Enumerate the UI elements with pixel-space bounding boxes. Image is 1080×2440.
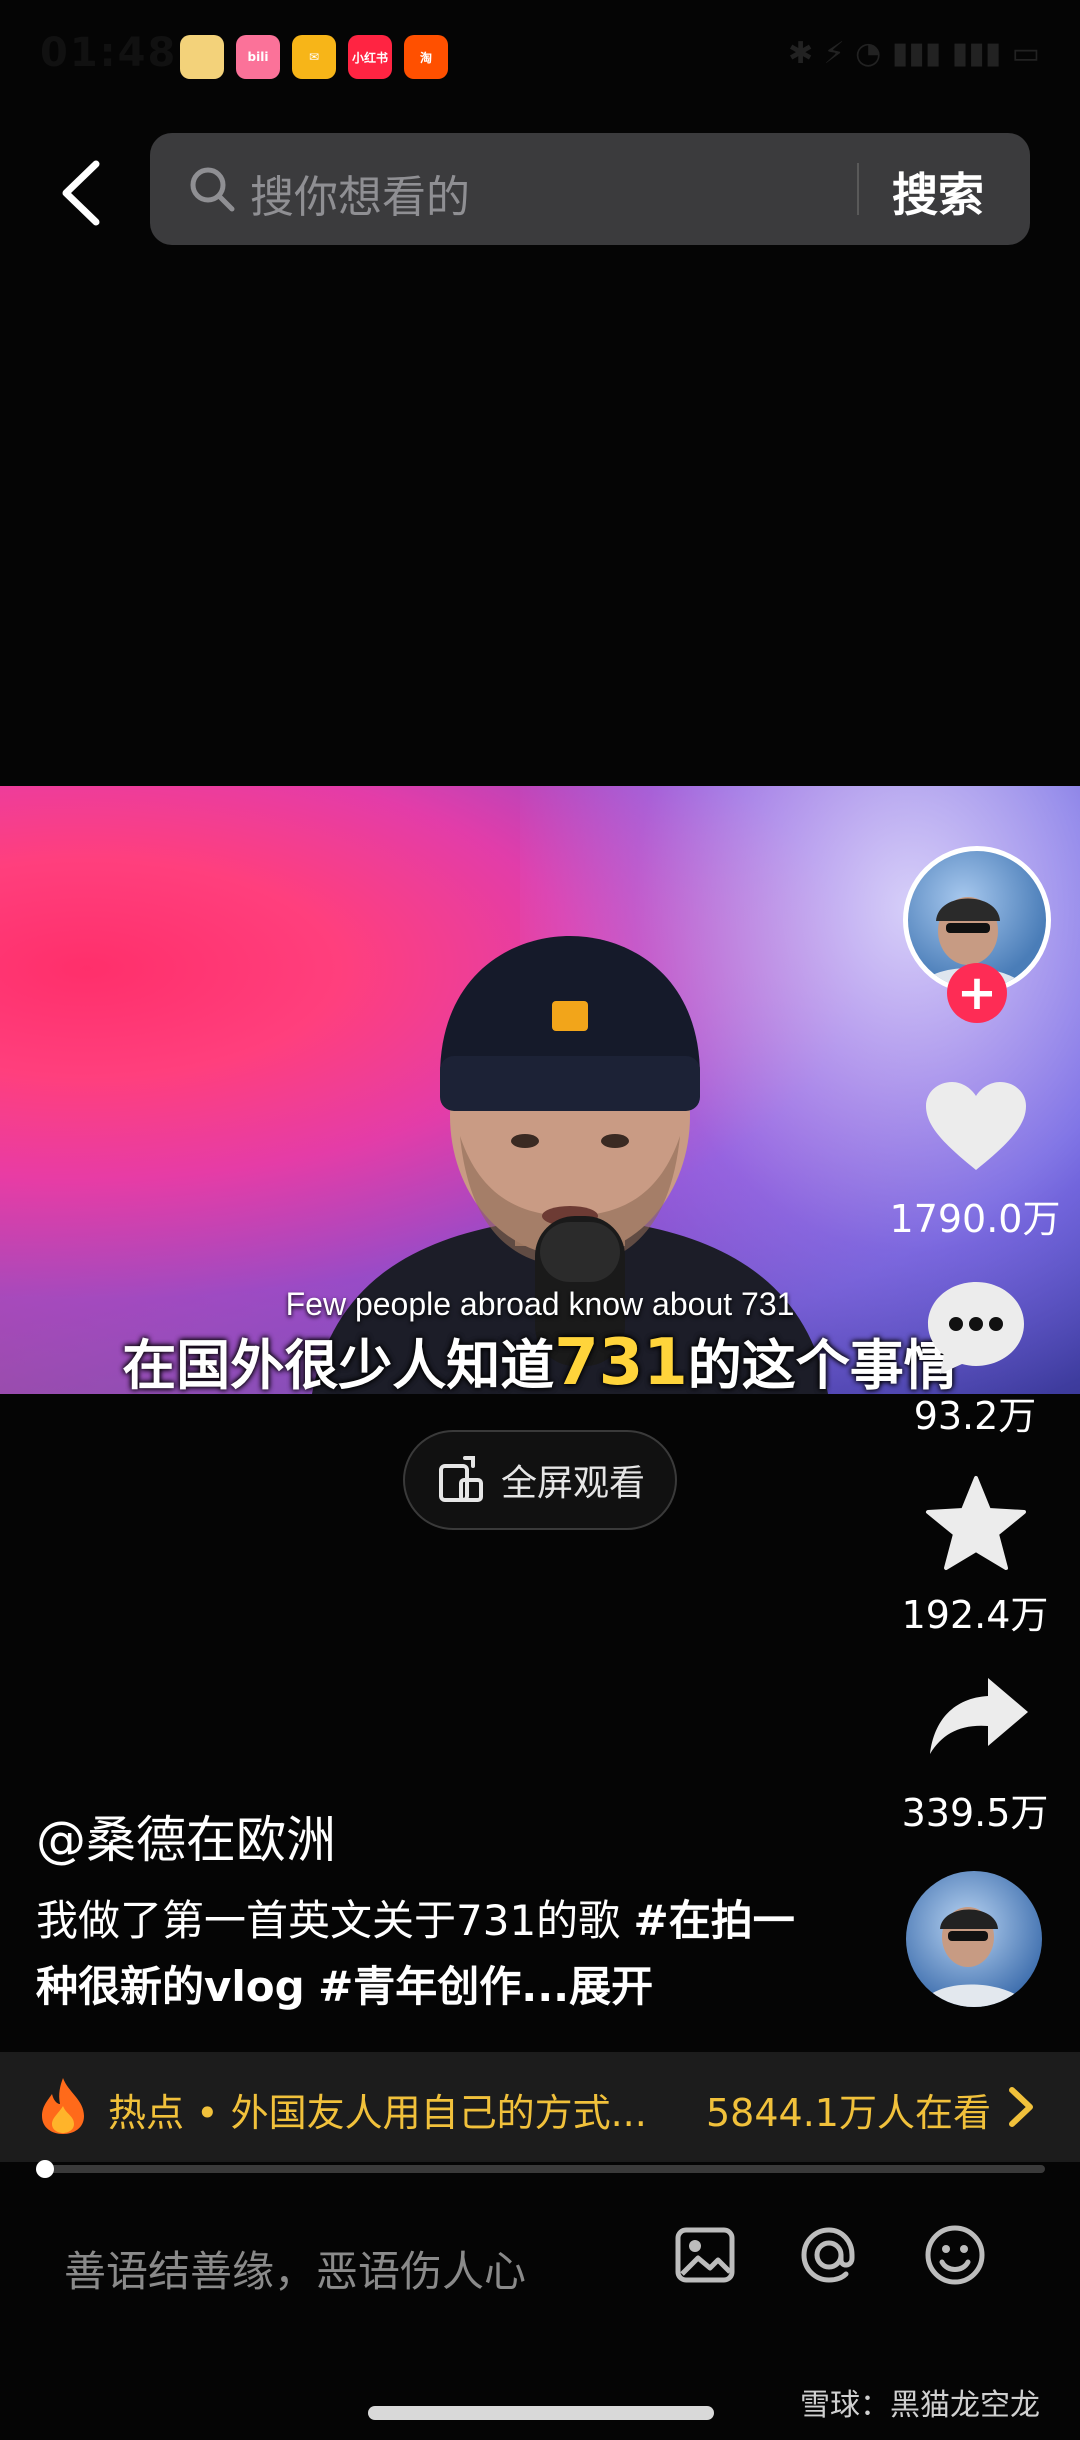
subtitle-english: Few people abroad know about 731 [285, 1286, 795, 1322]
mention-at-icon[interactable] [794, 2220, 864, 2290]
favorite-count: 192.4万 [901, 1593, 1049, 1637]
music-disc[interactable] [906, 1871, 1042, 2007]
search-icon [190, 167, 235, 212]
video-progress-bar[interactable] [36, 2160, 1045, 2178]
author-name[interactable]: @桑德在欧洲 [36, 1800, 336, 1872]
favorite-star-icon[interactable] [924, 1474, 1028, 1572]
image-icon[interactable] [670, 2220, 740, 2290]
share-count: 339.5万 [901, 1791, 1049, 1835]
chevron-right-icon [1009, 2087, 1033, 2127]
progress-knob[interactable] [36, 2160, 55, 2178]
watermark: 雪球：黑猫龙空龙 [800, 2388, 1040, 2423]
status-bar: 01:48 bili ✉ 小红书淘 ✱ ⚡ ◔ ▮▮▮ ▮▮▮ ▭ [0, 0, 1080, 110]
video-caption[interactable]: 我做了第一首英文关于731的歌 #在拍一种很新的vlog #青年创作...展开 [36, 1888, 826, 2020]
chevron-left-icon [62, 160, 100, 226]
like-heart-icon[interactable] [924, 1080, 1028, 1172]
comment-bubble-icon[interactable] [924, 1278, 1028, 1376]
fullscreen-label: 全屏观看 [500, 1463, 645, 1504]
fullscreen-button[interactable]: 全屏观看 [403, 1430, 677, 1530]
like-count: 1790.0万 [889, 1197, 1061, 1241]
rotate-fullscreen-icon [438, 1456, 483, 1502]
back-button[interactable] [56, 158, 106, 228]
search-bar[interactable]: 搜你想看的 搜索 [150, 133, 1030, 245]
follow-button[interactable]: + [947, 963, 1007, 1023]
comment-input[interactable]: 善语结善缘，恶语伤人心 [64, 2238, 526, 2299]
share-arrow-icon[interactable] [926, 1674, 1030, 1758]
status-indicators: ✱ ⚡ ◔ ▮▮▮ ▮▮▮ ▭ [788, 36, 1040, 71]
caption-text: 我做了第一首英文关于731的歌 [36, 1896, 621, 1945]
subtitle-chinese: 在国外很少人知道731的这个事情 [0, 1321, 1080, 1394]
mail-app-icon: ✉ [292, 35, 336, 79]
comment-count: 93.2万 [913, 1394, 1037, 1438]
flame-icon [42, 2078, 84, 2134]
taobao-app-icon: 淘 [404, 35, 448, 79]
xiaohongshu-app-icon: 小红书 [348, 35, 392, 79]
hashtag-youth-creation[interactable]: #青年创作 [318, 1962, 521, 2011]
search-button[interactable]: 搜索 [892, 159, 984, 225]
subtitle-cn-before: 在国外很少人知道 [122, 1334, 555, 1394]
home-indicator[interactable] [368, 2406, 714, 2420]
doudizhu-app-icon [180, 35, 224, 79]
trending-bar[interactable]: 热点 • 外国友人用自己的方式... 5844.1万人在看 [0, 2052, 1080, 2162]
emoji-smile-icon[interactable] [920, 2220, 990, 2290]
music-cover-image [920, 1907, 1030, 2007]
search-input[interactable]: 搜你想看的 [250, 161, 470, 225]
expand-link[interactable]: ...展开 [521, 1962, 653, 2011]
notification-app-icons: bili ✉ 小红书淘 [180, 35, 448, 79]
bilibili-app-icon: bili [236, 35, 280, 79]
status-time: 01:48 [40, 30, 178, 76]
comment-bar: 善语结善缘，恶语伤人心 [0, 2180, 1080, 2330]
trending-viewers: 5844.1万人在看 [706, 2091, 991, 2135]
subtitle-cn-highlight: 731 [554, 1326, 688, 1394]
search-divider [857, 163, 859, 215]
trending-topic: 热点 • 外国友人用自己的方式... [108, 2091, 647, 2135]
